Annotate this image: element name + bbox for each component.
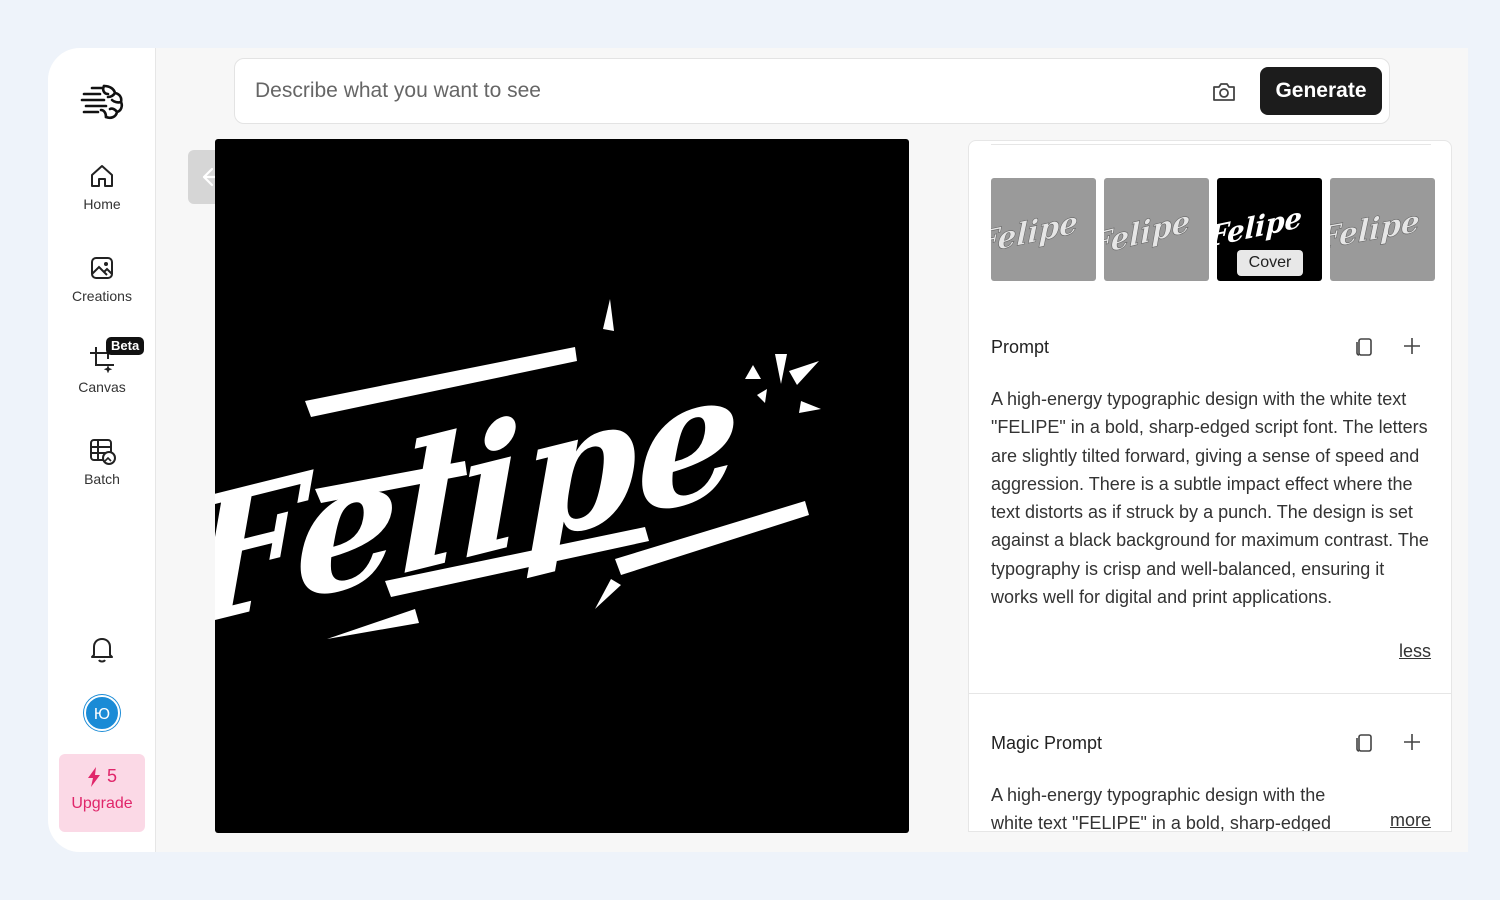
thumb-word: Felipe <box>1330 204 1420 257</box>
image-icon <box>91 257 113 279</box>
sidebar-item-label: Creations <box>72 288 132 304</box>
grid-image-icon <box>90 439 116 465</box>
sidebar: Home Creations Beta Canvas Batch Ю 5 Upg… <box>48 48 156 852</box>
plus-icon[interactable] <box>1401 731 1423 753</box>
avatar[interactable]: Ю <box>84 695 120 731</box>
sidebar-item-label: Batch <box>84 471 120 487</box>
sidebar-item-home[interactable]: Home <box>48 162 156 214</box>
cover-badge: Cover <box>1237 250 1303 276</box>
sidebar-item-canvas[interactable]: Beta Canvas <box>48 337 156 397</box>
more-link[interactable]: more <box>1390 810 1431 831</box>
panel-tabs-divider <box>991 141 1431 145</box>
credits-count: 5 <box>59 766 145 787</box>
thumb-art: Felipe <box>1104 203 1191 265</box>
prompt-title: Prompt <box>991 337 1050 357</box>
plus-icon[interactable] <box>1401 335 1423 357</box>
generated-image[interactable]: Felipe <box>215 139 909 833</box>
lightning-icon <box>87 766 100 787</box>
details-panel: Felipe Felipe Felipe Cover Felipe Prompt <box>968 140 1452 832</box>
app-frame: Home Creations Beta Canvas Batch Ю 5 Upg… <box>48 48 1468 852</box>
thumb-art: Felipe <box>1330 204 1421 258</box>
felipe-lettering-art: Felipe <box>215 299 821 669</box>
generate-button[interactable]: Generate <box>1260 67 1382 115</box>
thumbnail[interactable]: Felipe <box>991 178 1096 281</box>
upgrade-label: Upgrade <box>71 795 133 812</box>
thumbnail[interactable]: Felipe <box>1330 178 1435 281</box>
credits-value: 5 <box>106 766 117 786</box>
prompt-text: A high-energy typographic design with th… <box>991 389 1429 608</box>
prompt-input[interactable] <box>255 73 1155 109</box>
camera-icon[interactable] <box>1211 79 1237 105</box>
thumbnail-selected[interactable]: Felipe Cover <box>1217 178 1322 281</box>
thumb-word: Felipe <box>1104 203 1190 264</box>
prompt-bar: Generate <box>234 58 1390 124</box>
sidebar-item-label: Home <box>83 196 121 212</box>
copy-icon[interactable] <box>1353 335 1375 357</box>
beta-badge: Beta <box>106 337 145 355</box>
sidebar-item-creations[interactable]: Creations <box>48 254 156 306</box>
thumbnail-strip: Felipe Felipe Felipe Cover Felipe <box>991 178 1435 281</box>
magic-prompt-title: Magic Prompt <box>991 733 1103 753</box>
upgrade-button[interactable]: 5 Upgrade <box>59 754 145 832</box>
sidebar-item-batch[interactable]: Batch <box>48 437 156 489</box>
bell-icon[interactable] <box>88 634 116 664</box>
thumb-word: Felipe <box>1217 200 1303 254</box>
thumb-word: Felipe <box>991 204 1079 262</box>
sidebar-item-label: Canvas <box>78 379 126 395</box>
thumb-art: Felipe <box>991 204 1079 262</box>
less-link[interactable]: less <box>1399 641 1431 662</box>
copy-icon[interactable] <box>1353 731 1375 753</box>
thumbnail[interactable]: Felipe <box>1104 178 1209 281</box>
home-icon <box>91 165 113 187</box>
section-divider <box>969 693 1451 694</box>
magic-prompt-text: A high-energy typographic design with th… <box>991 785 1331 832</box>
brain-logo-icon[interactable] <box>80 82 124 122</box>
